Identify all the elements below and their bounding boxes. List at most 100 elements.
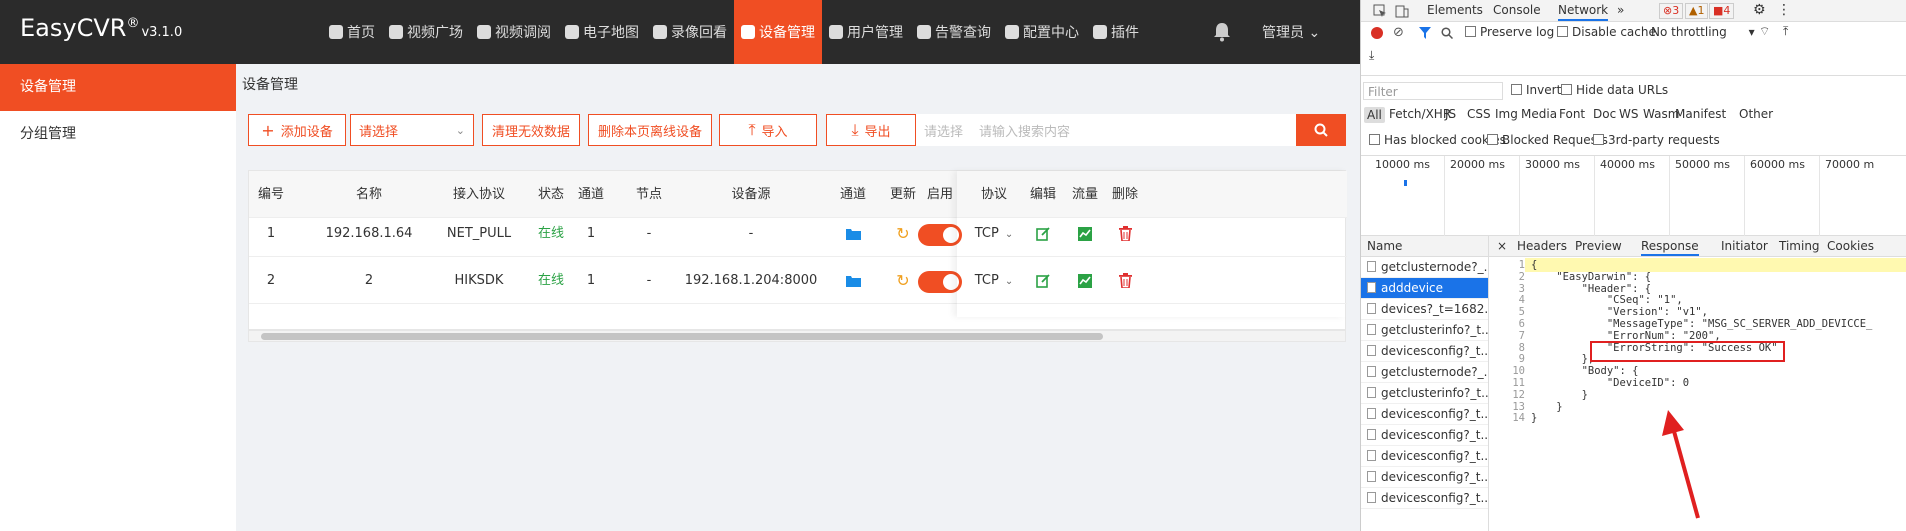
type-filter-7[interactable]: Doc: [1593, 107, 1616, 121]
request-item[interactable]: getclusterinfo?_t...: [1361, 383, 1488, 404]
request-item[interactable]: devicesconfig?_t...: [1361, 446, 1488, 467]
nav-item-5[interactable]: 设备管理: [734, 0, 822, 64]
nav-item-6[interactable]: 用户管理: [822, 0, 910, 64]
detail-tab-1[interactable]: Headers: [1517, 239, 1567, 253]
user-menu[interactable]: 管理员 ⌄: [1262, 22, 1320, 42]
nav-item-1[interactable]: 视频广场: [382, 0, 470, 64]
request-item[interactable]: devicesconfig?_t...: [1361, 341, 1488, 362]
wifi-icon[interactable]: ⌔: [1759, 24, 1770, 39]
enable-toggle[interactable]: [918, 271, 962, 293]
request-item[interactable]: devicesconfig?_t...: [1361, 488, 1488, 509]
traffic-chart-icon[interactable]: [1065, 210, 1105, 257]
traffic-chart-icon[interactable]: [1065, 257, 1105, 304]
inspect-icon[interactable]: [1373, 4, 1387, 18]
type-filter-4[interactable]: Img: [1495, 107, 1518, 121]
tab-network[interactable]: Network: [1558, 3, 1609, 21]
protocol-select[interactable]: TCP ⌄: [965, 257, 1023, 304]
scrollbar-thumb[interactable]: [261, 333, 1103, 340]
request-item[interactable]: devicesconfig?_t...: [1361, 425, 1488, 446]
nav-item-8[interactable]: 配置中心: [998, 0, 1086, 64]
hide-data-urls-checkbox[interactable]: Hide data URLs: [1561, 83, 1668, 97]
tab-elements[interactable]: Elements: [1427, 3, 1483, 17]
type-filter-3[interactable]: CSS: [1467, 107, 1491, 121]
sidebar-item-1[interactable]: 分组管理: [0, 111, 236, 158]
nav-item-2[interactable]: 视频调阅: [470, 0, 558, 64]
type-filter-8[interactable]: WS: [1619, 107, 1638, 121]
preserve-log-checkbox[interactable]: Preserve log: [1465, 25, 1554, 39]
third-party-requests-checkbox[interactable]: 3rd-party requests: [1593, 133, 1720, 147]
edit-icon[interactable]: [1023, 257, 1063, 304]
refresh-icon[interactable]: ↻: [883, 257, 923, 304]
invert-checkbox[interactable]: Invert: [1511, 83, 1561, 97]
app-logo[interactable]: EasyCVR®v3.1.0: [20, 14, 182, 42]
settings-gear-icon[interactable]: ⚙: [1753, 2, 1766, 18]
import-button[interactable]: ⤒ 导入: [719, 114, 817, 146]
error-count-badge[interactable]: ⊗3: [1659, 3, 1684, 19]
edit-icon[interactable]: [1023, 210, 1063, 257]
nav-item-9[interactable]: 插件: [1086, 0, 1146, 64]
request-item[interactable]: adddevice: [1361, 278, 1488, 299]
request-item[interactable]: devices?_t=1682...: [1361, 299, 1488, 320]
detail-tab-2[interactable]: Preview: [1575, 239, 1622, 253]
nav-item-4[interactable]: 录像回看: [646, 0, 734, 64]
add-device-button[interactable]: + 添加设备: [248, 114, 346, 146]
detail-tab-0[interactable]: ×: [1497, 239, 1507, 253]
clear-invalid-data-button[interactable]: 清理无效数据: [482, 114, 580, 146]
warning-count-badge[interactable]: ▲1: [1685, 3, 1709, 19]
issues-count-badge[interactable]: ■4: [1709, 3, 1735, 19]
trash-icon[interactable]: [1105, 210, 1145, 257]
type-filter-1[interactable]: Fetch/XHR: [1389, 107, 1451, 121]
export-button[interactable]: ⤓ 导出: [826, 114, 916, 146]
disable-cache-checkbox[interactable]: Disable cache: [1557, 25, 1656, 39]
name-column-header[interactable]: Name: [1361, 236, 1488, 257]
device-toolbar-icon[interactable]: [1395, 4, 1409, 18]
folder-icon[interactable]: [833, 257, 873, 304]
search-input[interactable]: 请输入搜索内容: [979, 121, 1070, 140]
detail-tab-3[interactable]: Response: [1641, 239, 1699, 256]
type-filter-11[interactable]: Other: [1739, 107, 1773, 121]
nav-item-7[interactable]: 告警查询: [910, 0, 998, 64]
detail-tab-5[interactable]: Timing: [1779, 239, 1820, 253]
type-filter-9[interactable]: Wasm: [1643, 107, 1679, 121]
clear-icon[interactable]: ⊘: [1393, 25, 1404, 40]
enable-toggle[interactable]: [918, 224, 962, 246]
search-icon[interactable]: [1441, 27, 1453, 39]
filter-icon[interactable]: [1419, 27, 1431, 39]
download-har-icon[interactable]: ⤓: [1369, 48, 1374, 63]
tab-more[interactable]: »: [1617, 3, 1624, 17]
upload-har-icon[interactable]: ⤒: [1783, 24, 1788, 39]
request-item[interactable]: devicesconfig?_t...: [1361, 467, 1488, 488]
type-filter-0[interactable]: All: [1364, 107, 1385, 123]
request-item[interactable]: getclusternode?_...: [1361, 362, 1488, 383]
delete-offline-devices-button[interactable]: 删除本页离线设备: [588, 114, 712, 146]
sidebar-item-0[interactable]: 设备管理: [0, 64, 236, 111]
nav-item-3[interactable]: 电子地图: [558, 0, 646, 64]
has-blocked-cookies-checkbox[interactable]: Has blocked cookies: [1369, 133, 1506, 147]
refresh-icon[interactable]: ↻: [883, 210, 923, 257]
throttling-select[interactable]: No throttling ▾: [1651, 25, 1755, 39]
detail-tab-6[interactable]: Cookies: [1827, 239, 1874, 253]
request-item[interactable]: getclusterinfo?_t...: [1361, 320, 1488, 341]
type-filter-5[interactable]: Media: [1521, 107, 1557, 121]
search-button[interactable]: [1296, 114, 1346, 146]
type-filter-2[interactable]: JS: [1445, 107, 1456, 121]
type-filter-6[interactable]: Font: [1559, 107, 1585, 121]
tab-console[interactable]: Console: [1493, 3, 1541, 17]
protocol-select[interactable]: TCP ⌄: [965, 210, 1023, 257]
more-options-icon[interactable]: ⋮: [1777, 2, 1791, 18]
trash-icon[interactable]: [1105, 257, 1145, 304]
bell-icon[interactable]: [1213, 22, 1231, 42]
search-select[interactable]: 请选择: [924, 121, 963, 140]
request-item[interactable]: devicesconfig?_t...: [1361, 404, 1488, 425]
network-timeline[interactable]: 10000 ms 20000 ms 30000 ms 40000 ms 50000 ms…: [1361, 156, 1906, 236]
folder-icon[interactable]: [833, 210, 873, 257]
table-horizontal-scrollbar[interactable]: [248, 330, 1346, 342]
filter-input[interactable]: Filter: [1363, 82, 1503, 100]
filter-select[interactable]: 请选择 ⌄: [350, 114, 474, 146]
record-icon[interactable]: [1371, 27, 1383, 39]
blocked-requests-checkbox[interactable]: Blocked Requests: [1487, 133, 1608, 147]
request-item[interactable]: getclusternode?_...: [1361, 257, 1488, 278]
type-filter-10[interactable]: Manifest: [1675, 107, 1726, 121]
detail-tab-4[interactable]: Initiator: [1721, 239, 1768, 253]
nav-item-0[interactable]: 首页: [322, 0, 382, 64]
